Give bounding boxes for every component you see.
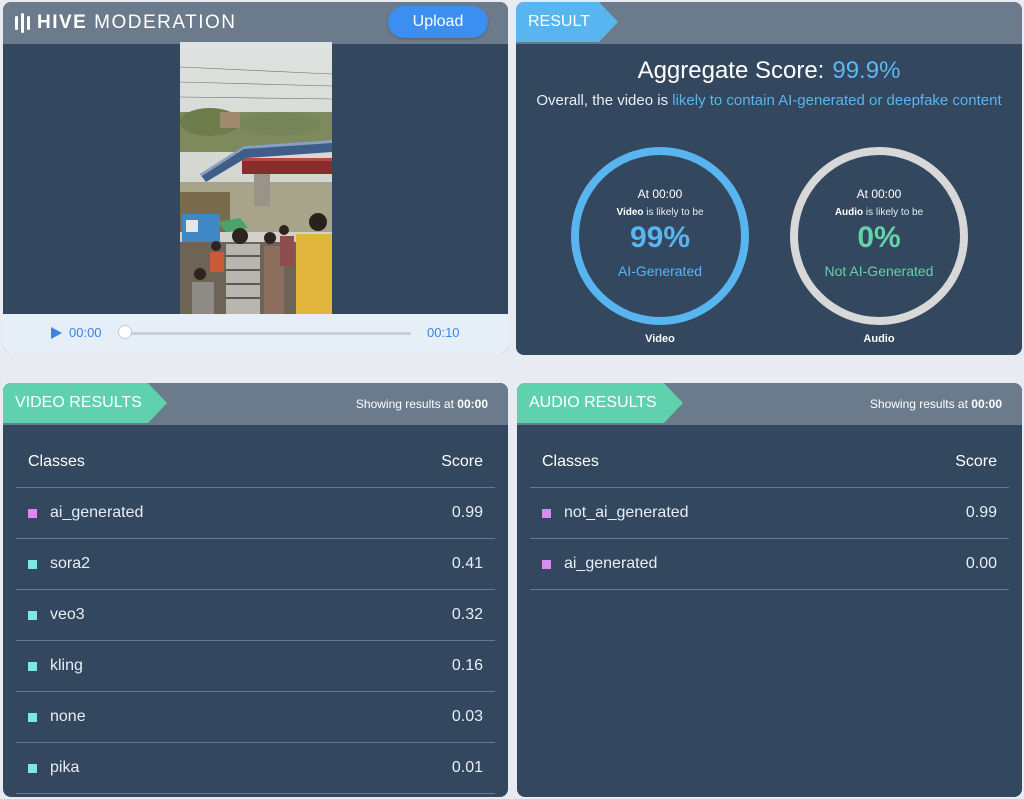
class-color-swatch	[542, 560, 551, 569]
audio-results-tag: AUDIO RESULTS	[517, 383, 683, 423]
class-name: ai_generated	[564, 555, 658, 572]
audio-results-table: Classes Score not_ai_generated 0.99 ai_g…	[530, 445, 1009, 590]
aggregate-score: Aggregate Score: 99.9%	[516, 57, 1022, 85]
duration: 00:10	[427, 325, 460, 340]
play-icon[interactable]	[51, 327, 62, 339]
table-header: Classes Score	[16, 445, 495, 488]
table-header: Classes Score	[530, 445, 1009, 488]
class-name: pika	[50, 759, 80, 776]
column-score: Score	[441, 453, 483, 470]
audio-ring-likely: Audio is likely to be	[834, 207, 924, 218]
overall-summary: Overall, the video is likely to contain …	[536, 90, 1002, 112]
video-ring-label: Video	[645, 333, 675, 345]
class-color-swatch	[28, 713, 37, 722]
video-thumbnail	[180, 42, 332, 314]
class-color-swatch	[28, 560, 37, 569]
column-classes: Classes	[28, 453, 85, 470]
logo-text-rest: MODERATION	[94, 12, 237, 33]
table-row: sora2 0.41	[16, 539, 495, 590]
class-score: 0.32	[451, 606, 483, 623]
logo-text-bold: HIVE	[37, 12, 88, 33]
table-row: none 0.03	[16, 692, 495, 743]
video-ring-time: At 00:00	[637, 187, 683, 201]
class-score: 0.03	[451, 708, 483, 725]
class-score: 0.41	[451, 555, 483, 572]
class-score: 0.00	[965, 555, 997, 572]
audio-score-ring: At 00:00 Audio is likely to be 0% Not AI…	[790, 147, 968, 325]
video-ring-percent: 99%	[629, 221, 691, 254]
class-name: sora2	[50, 555, 91, 572]
video-results-tag: VIDEO RESULTS	[3, 383, 167, 423]
column-classes: Classes	[542, 453, 599, 470]
class-color-swatch	[542, 509, 551, 518]
table-row: ai_generated 0.99	[16, 488, 495, 539]
table-row: ai_generated 0.00	[530, 539, 1009, 590]
table-row: pika 0.01	[16, 743, 495, 794]
aggregate-value: 99.9%	[832, 57, 901, 84]
video-player-panel: HIVE MODERATION Upload 00:00 00:10	[3, 2, 508, 353]
video-ring-likely: Video is likely to be	[616, 207, 704, 218]
class-score: 0.99	[451, 504, 483, 521]
table-row: veo3 0.32	[16, 590, 495, 641]
hive-logo: HIVE MODERATION	[15, 11, 237, 35]
class-score: 0.01	[451, 759, 483, 776]
aggregate-label: Aggregate Score:	[637, 57, 825, 84]
video-results-panel: VIDEO RESULTS Showing results at 00:00 C…	[3, 383, 508, 797]
class-name: veo3	[50, 606, 85, 623]
current-time: 00:00	[69, 325, 102, 340]
overall-highlight: likely to contain AI-generated or deepfa…	[672, 92, 1002, 109]
player-controls: 00:00 00:10	[3, 314, 508, 353]
audio-ring-class: Not AI-Generated	[824, 263, 934, 279]
hive-logo-icon	[15, 13, 30, 33]
class-name: none	[50, 708, 86, 725]
video-results-table: Classes Score ai_generated 0.99 sora2 0.…	[16, 445, 495, 794]
audio-ring-label: Audio	[863, 333, 895, 345]
table-row: kling 0.16	[16, 641, 495, 692]
result-tag: RESULT	[516, 2, 618, 42]
class-color-swatch	[28, 611, 37, 620]
video-showing-results: Showing results at 00:00	[355, 397, 488, 411]
class-color-swatch	[28, 662, 37, 671]
class-name: ai_generated	[50, 504, 144, 521]
result-header: RESULT	[516, 2, 1022, 44]
player-header: HIVE MODERATION Upload	[3, 2, 508, 44]
audio-showing-results: Showing results at 00:00	[869, 397, 1002, 411]
upload-button[interactable]: Upload	[388, 6, 488, 38]
audio-ring-percent: 0%	[857, 221, 901, 254]
column-score: Score	[955, 453, 997, 470]
class-color-swatch	[28, 509, 37, 518]
video-results-header: VIDEO RESULTS Showing results at 00:00	[3, 383, 508, 425]
class-score: 0.16	[451, 657, 483, 674]
seek-bar[interactable]	[125, 332, 411, 335]
table-row: not_ai_generated 0.99	[530, 488, 1009, 539]
video-score-ring: At 00:00 Video is likely to be 99% AI-Ge…	[571, 147, 749, 325]
class-name: not_ai_generated	[564, 504, 689, 521]
audio-ring-time: At 00:00	[856, 187, 902, 201]
overall-prefix: Overall, the video is	[536, 92, 669, 109]
video-frame[interactable]	[180, 42, 332, 314]
audio-results-header: AUDIO RESULTS Showing results at 00:00	[517, 383, 1022, 425]
audio-results-panel: AUDIO RESULTS Showing results at 00:00 C…	[517, 383, 1022, 797]
class-name: kling	[50, 657, 83, 674]
result-panel: RESULT Aggregate Score: 99.9% Overall, th…	[516, 2, 1022, 355]
class-score: 0.99	[965, 504, 997, 521]
class-color-swatch	[28, 764, 37, 773]
video-ring-class: AI-Generated	[617, 263, 703, 279]
seek-thumb[interactable]	[118, 325, 132, 339]
